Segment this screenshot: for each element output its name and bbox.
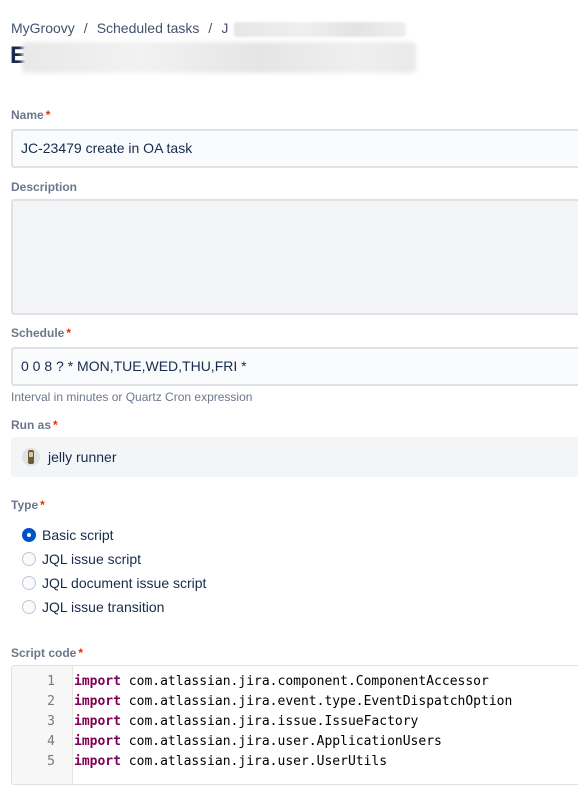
script-code-label: Script code * — [11, 646, 84, 660]
code-line: 4 import com.atlassian.jira.user.Applicat… — [47, 734, 442, 749]
run-as-user: jelly runner — [48, 449, 117, 465]
type-label: Type * — [11, 498, 45, 512]
schedule-value: 0 0 8 ? * MON,TUE,WED,THU,FRI * — [21, 358, 247, 374]
description-value — [13, 201, 578, 209]
schedule-label: Schedule * — [11, 326, 72, 340]
radio-icon[interactable] — [22, 600, 36, 614]
required-marker: * — [53, 418, 58, 432]
avatar — [22, 448, 40, 466]
type-option-jql-issue-script[interactable]: JQL issue script — [22, 549, 141, 569]
code-line: 2 import com.atlassian.jira.event.type.Ev… — [47, 694, 513, 709]
breadcrumb-scheduled-tasks[interactable]: Scheduled tasks — [97, 20, 200, 36]
schedule-field[interactable]: 0 0 8 ? * MON,TUE,WED,THU,FRI * — [11, 347, 578, 386]
code-line: 3 import com.atlassian.jira.issue.IssueFa… — [47, 714, 419, 729]
radio-checked-icon[interactable] — [22, 528, 36, 542]
description-label: Description — [11, 180, 78, 194]
required-marker: * — [45, 108, 51, 122]
run-as-label: Run as * — [11, 418, 58, 432]
name-value: JC-23479 create in OA task — [21, 140, 193, 156]
code-line: 5 import com.atlassian.jira.user.UserUtil… — [47, 754, 388, 769]
type-option-jql-issue-transition[interactable]: JQL issue transition — [22, 597, 164, 617]
radio-icon[interactable] — [22, 576, 36, 590]
breadcrumb-current-task[interactable]: J — [221, 20, 228, 36]
redacted-breadcrumb — [234, 21, 407, 37]
breadcrumb-separator: / — [83, 20, 88, 36]
name-label: Name * — [11, 108, 51, 122]
type-option-jql-document-issue-script[interactable]: JQL document issue script — [22, 573, 206, 593]
name-field[interactable]: JC-23479 create in OA task — [11, 129, 578, 168]
description-field[interactable] — [11, 199, 578, 315]
schedule-help: Interval in minutes or Quartz Cron expre… — [11, 390, 253, 404]
required-marker: * — [78, 646, 84, 660]
required-marker: * — [40, 498, 45, 512]
required-marker: * — [66, 326, 72, 340]
redacted-title — [22, 42, 416, 73]
run-as-field[interactable]: jelly runner — [11, 437, 578, 477]
script-code-editor[interactable]: 1 import com.atlassian.jira.component.Com… — [11, 665, 578, 785]
radio-icon[interactable] — [22, 552, 36, 566]
breadcrumb: MyGroovy / Scheduled tasks / J — [11, 20, 407, 37]
breadcrumb-separator: / — [208, 20, 213, 36]
type-option-basic-script[interactable]: Basic script — [22, 525, 114, 545]
code-line: 1 import com.atlassian.jira.component.Com… — [47, 674, 489, 689]
breadcrumb-mygroovy[interactable]: MyGroovy — [11, 20, 75, 36]
